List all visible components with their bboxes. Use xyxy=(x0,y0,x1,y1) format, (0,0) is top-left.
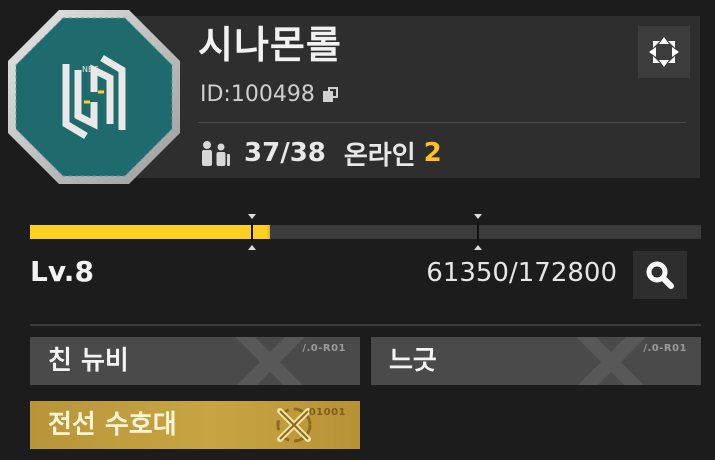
guild-name: 시나몬롤 xyxy=(198,23,342,67)
exp-progress-fill xyxy=(30,225,269,239)
people-icon xyxy=(202,141,230,166)
member-separator: / xyxy=(280,138,290,168)
tag-code: /.0-R01 xyxy=(643,343,687,354)
header-divider xyxy=(198,122,686,123)
member-row: 37 / 38 온라인 2 xyxy=(198,138,442,171)
tag-frontline-guard[interactable]: 전선 수호대 01001 xyxy=(30,401,360,449)
search-icon xyxy=(646,261,674,289)
progress-marker-current xyxy=(248,214,256,250)
guild-info-panel: NEC 시나몬롤 ID: 100498 37 / 38 온라인 2 Lv.8 6… xyxy=(0,0,715,460)
guild-id-label: ID: xyxy=(200,82,231,107)
tag-label: 친 뉴비 xyxy=(48,346,129,376)
settings-button[interactable] xyxy=(638,26,690,78)
emblem-label: NEC xyxy=(82,65,99,74)
exp-progress-bar xyxy=(30,225,701,239)
crosshair-settings-icon xyxy=(649,37,679,67)
tag-label: 전선 수호대 xyxy=(48,410,177,440)
guild-id-value: 100498 xyxy=(230,82,315,107)
exp-readout: 61350/172800 xyxy=(426,260,617,286)
exp-max: 172800 xyxy=(517,258,617,288)
tag-relaxed[interactable]: 느긋 /.0-R01 xyxy=(371,337,701,385)
online-count: 2 xyxy=(423,138,442,168)
guild-level: Lv.8 xyxy=(30,255,94,288)
member-max: 38 xyxy=(289,138,326,168)
guild-id-row: ID: 100498 xyxy=(200,84,339,106)
tag-code: /.0-R01 xyxy=(302,343,346,354)
exp-progress-tail xyxy=(262,225,270,239)
guild-emblem: NEC xyxy=(8,10,180,184)
search-button[interactable] xyxy=(633,251,687,299)
copy-icon[interactable] xyxy=(322,87,339,103)
exp-current: 61350 xyxy=(426,258,509,288)
tag-newbie-friendly[interactable]: 친 뉴비 /.0-R01 xyxy=(30,337,360,385)
tag-code: 01001 xyxy=(308,407,346,418)
exp-separator: / xyxy=(508,258,518,288)
online-label: 온라인 xyxy=(343,140,416,171)
progress-marker-milestone xyxy=(474,214,482,250)
section-divider xyxy=(30,324,701,326)
member-current: 37 xyxy=(244,138,281,168)
tag-label: 느긋 xyxy=(389,346,437,376)
